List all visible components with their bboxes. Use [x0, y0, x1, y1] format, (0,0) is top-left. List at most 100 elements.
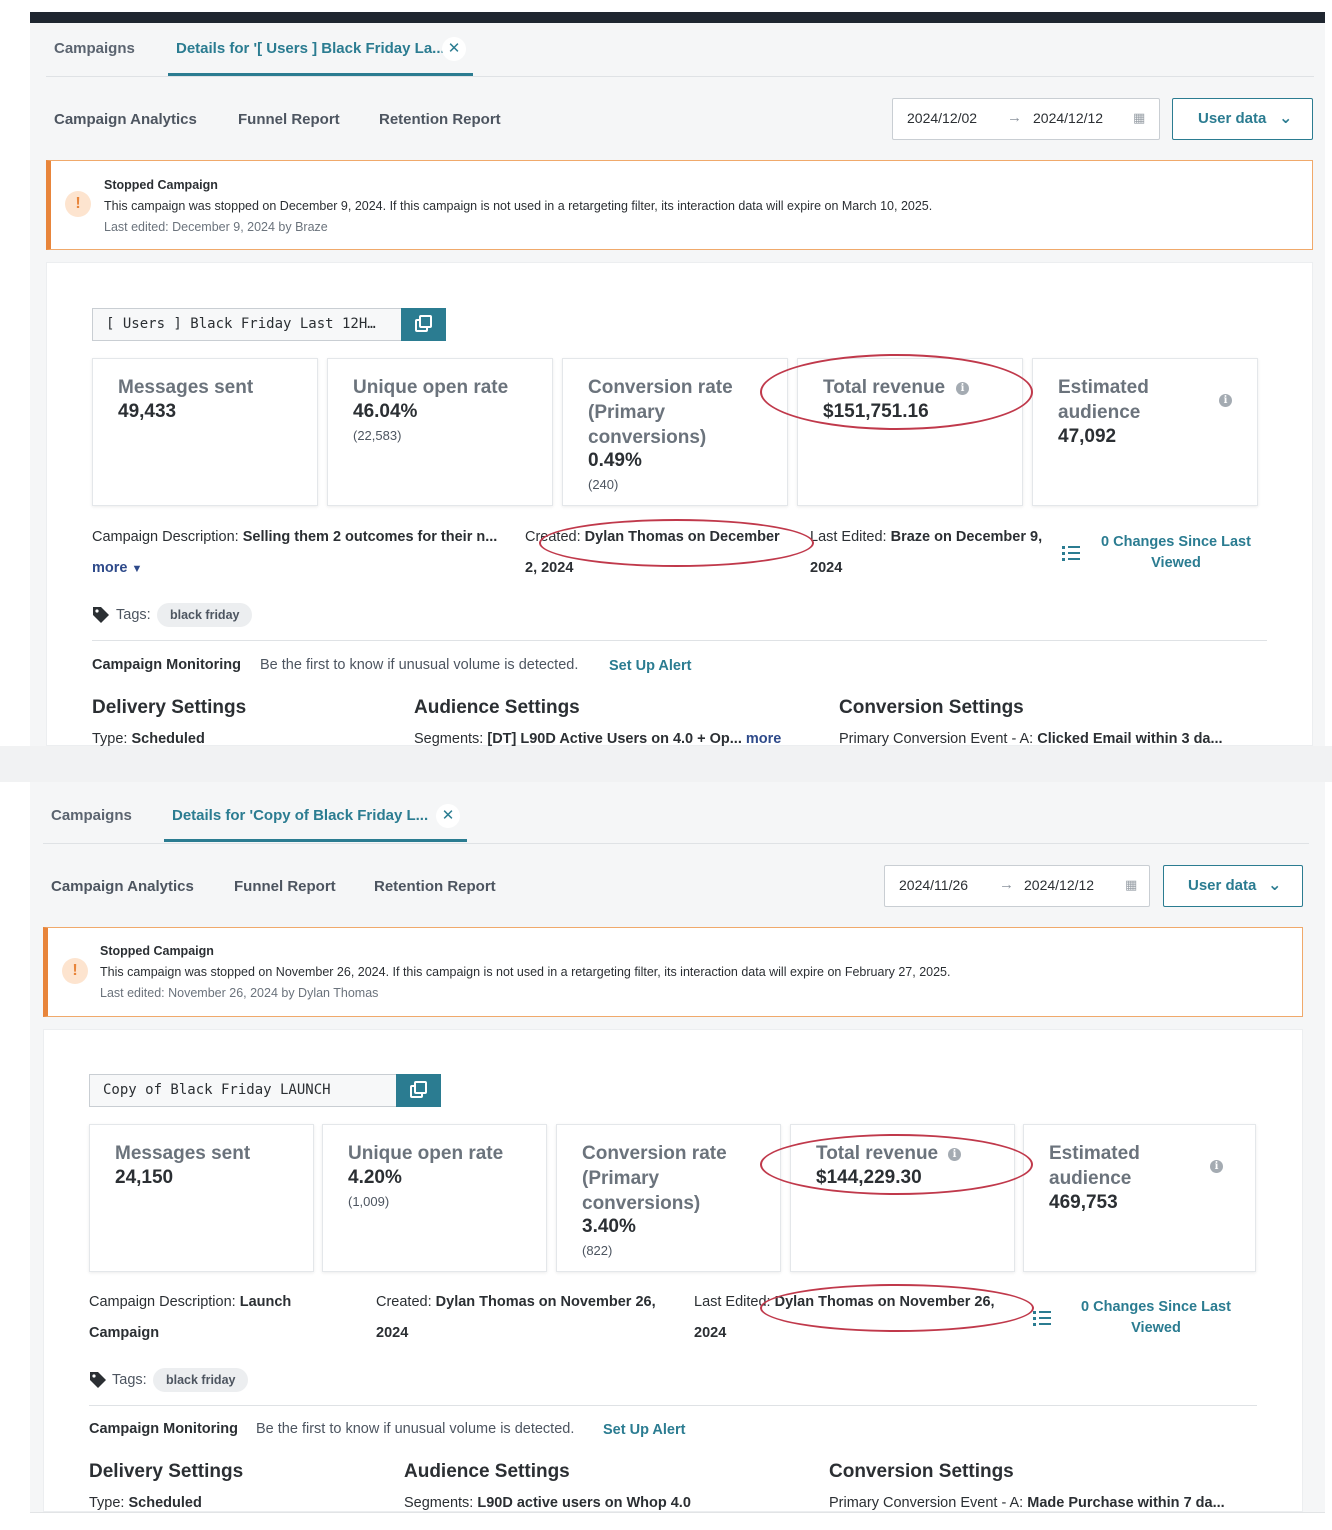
description-value: Launch	[239, 1294, 292, 1310]
edited-value: Dylan Thomas on November 26,	[774, 1294, 995, 1310]
subnav-funnel-report[interactable]: Funnel Report	[234, 878, 336, 895]
segments-more-link[interactable]: more	[746, 731, 781, 746]
metric-sub: (240)	[588, 477, 619, 492]
description-more-link[interactable]: more ▼	[92, 560, 142, 576]
tag-pill[interactable]: black friday	[153, 1368, 249, 1392]
tab-campaign-details[interactable]: Details for 'Copy of Black Friday L...	[172, 807, 428, 824]
delivery-label: Type:	[92, 731, 128, 746]
subnav-campaign-analytics[interactable]: Campaign Analytics	[51, 878, 194, 895]
arrow-right-icon: →	[999, 876, 1014, 893]
caret-down-icon: ▼	[131, 563, 143, 575]
date-range-picker[interactable]: 2024/12/02 → 2024/12/12 ▦	[892, 98, 1160, 140]
description-label: Campaign Description:	[89, 1294, 236, 1310]
metric-messages-sent: Messages sent 49,433	[92, 358, 318, 506]
list-icon[interactable]	[1033, 1310, 1051, 1326]
campaign-name-field[interactable]: Copy of Black Friday LAUNCH	[89, 1074, 398, 1107]
close-tab-icon[interactable]: ✕	[436, 804, 460, 828]
segments-label: Segments:	[404, 1495, 474, 1511]
metric-value: 24,150	[115, 1167, 174, 1188]
warning-icon: !	[65, 191, 91, 217]
active-tab-indicator	[164, 839, 467, 842]
changes-since-last-viewed-link[interactable]: 0 Changes Since Last Viewed	[1091, 532, 1261, 574]
metric-value: $151,751.16	[823, 401, 929, 422]
delivery-type: Type: Scheduled	[89, 1495, 202, 1511]
list-icon[interactable]	[1062, 545, 1080, 561]
alert-title: Stopped Campaign	[100, 944, 214, 958]
metric-estimated-audience: Estimated audience i 469,753	[1023, 1124, 1256, 1272]
more-label: more	[92, 560, 128, 576]
subnav-campaign-analytics[interactable]: Campaign Analytics	[54, 111, 197, 128]
tabs-divider	[43, 843, 1309, 844]
metric-label: Conversion rate (Primary conversions)	[582, 1143, 727, 1214]
conversion-settings-title: Conversion Settings	[829, 1461, 1014, 1482]
date-range-picker[interactable]: 2024/11/26 → 2024/12/12 ▦	[884, 865, 1150, 907]
active-tab-indicator	[168, 73, 473, 76]
info-icon[interactable]: i	[948, 1148, 961, 1161]
metric-conversion-rate: Conversion rate (Primary conversions) 3.…	[556, 1124, 781, 1272]
metric-label: Estimated audience	[1049, 1143, 1140, 1189]
delivery-value: Scheduled	[128, 1495, 202, 1511]
user-data-button[interactable]: User data ⌄	[1163, 865, 1303, 907]
metric-sub: (22,583)	[353, 428, 402, 443]
divider	[89, 1405, 1257, 1406]
changes-since-last-viewed-link[interactable]: 0 Changes Since Last Viewed	[1071, 1297, 1241, 1339]
stopped-campaign-alert: ! Stopped Campaign This campaign was sto…	[46, 160, 1313, 250]
tags-label: Tags:	[116, 607, 151, 623]
stopped-campaign-alert: ! Stopped Campaign This campaign was sto…	[43, 927, 1303, 1017]
alert-last-edited: Last edited: December 9, 2024 by Braze	[104, 220, 328, 234]
subnav-retention-report[interactable]: Retention Report	[379, 111, 501, 128]
tab-campaigns[interactable]: Campaigns	[51, 807, 132, 824]
campaign-name-field[interactable]: [ Users ] Black Friday Last 12H…	[92, 308, 402, 341]
metric-conversion-rate: Conversion rate (Primary conversions) 0.…	[562, 358, 788, 506]
campaign-monitoring-label: Campaign Monitoring	[89, 1421, 239, 1437]
audience-segments: Segments: [DT] L90D Active Users on 4.0 …	[414, 731, 781, 746]
metric-unique-open-rate: Unique open rate 4.20% (1,009)	[322, 1124, 547, 1272]
audience-segments: Segments: L90D active users on Whop 4.0	[404, 1495, 691, 1511]
segments-label: Segments:	[414, 731, 484, 746]
set-up-alert-link[interactable]: Set Up Alert	[603, 1422, 685, 1438]
description-label: Campaign Description:	[92, 529, 239, 545]
tag-pill[interactable]: black friday	[157, 603, 253, 627]
tab-campaigns[interactable]: Campaigns	[54, 40, 135, 57]
copy-icon[interactable]	[401, 308, 446, 341]
edited-value-cont: 2024	[694, 1325, 727, 1341]
calendar-icon[interactable]: ▦	[1133, 110, 1145, 126]
copy-icon[interactable]	[396, 1074, 441, 1107]
date-start: 2024/11/26	[899, 877, 969, 893]
audience-settings-title: Audience Settings	[404, 1461, 570, 1482]
set-up-alert-link[interactable]: Set Up Alert	[609, 658, 691, 674]
tab-campaign-details[interactable]: Details for '[ Users ] Black Friday La..…	[176, 40, 445, 57]
metric-value: $144,229.30	[816, 1167, 922, 1188]
metric-total-revenue: Total revenue i $151,751.16	[797, 358, 1023, 506]
metric-label: Conversion rate (Primary conversions)	[588, 377, 733, 448]
primary-conversion-event: Primary Conversion Event - A: Clicked Em…	[839, 731, 1223, 746]
campaign-details-panel-1: Campaigns Details for '[ Users ] Black F…	[0, 0, 1332, 746]
chevron-down-icon: ⌄	[1268, 877, 1282, 894]
campaign-monitoring-text: Be the first to know if unusual volume i…	[256, 1421, 575, 1437]
info-icon[interactable]: i	[1210, 1160, 1223, 1173]
user-data-label: User data	[1188, 877, 1257, 894]
last-edited-info: Last Edited: Dylan Thomas on November 26…	[694, 1294, 995, 1310]
created-value-cont: 2, 2024	[525, 560, 574, 576]
metric-label: Total revenue	[816, 1143, 939, 1164]
segments-value: L90D active users on Whop 4.0	[477, 1495, 691, 1511]
user-data-button[interactable]: User data ⌄	[1172, 98, 1313, 140]
calendar-icon[interactable]: ▦	[1125, 877, 1137, 893]
metric-value: 469,753	[1049, 1192, 1118, 1213]
panel-separator	[0, 746, 1332, 782]
date-end: 2024/12/12	[1024, 877, 1095, 893]
subnav-retention-report[interactable]: Retention Report	[374, 878, 496, 895]
info-icon[interactable]: i	[1219, 394, 1232, 407]
info-icon[interactable]: i	[956, 382, 969, 395]
tabs-divider	[46, 76, 1314, 77]
delivery-type: Type: Scheduled	[92, 731, 205, 746]
segments-value: [DT] L90D Active Users on 4.0 + Op...	[487, 731, 742, 746]
metric-estimated-audience: Estimated audience i 47,092	[1032, 358, 1258, 506]
created-value-cont: 2024	[376, 1325, 409, 1341]
subnav-funnel-report[interactable]: Funnel Report	[238, 111, 340, 128]
close-tab-icon[interactable]: ✕	[442, 37, 466, 61]
tags-label: Tags:	[112, 1372, 147, 1388]
metric-label: Unique open rate	[353, 377, 509, 398]
delivery-settings-title: Delivery Settings	[92, 697, 247, 718]
arrow-right-icon: →	[1007, 109, 1022, 126]
